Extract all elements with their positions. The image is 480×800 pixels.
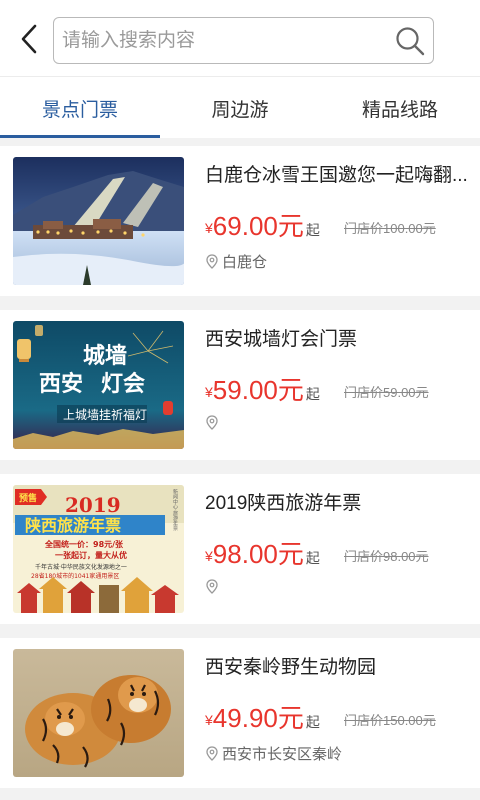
location-text: 白鹿仓 (222, 254, 268, 271)
poster-banner-text: 上城墙挂祈福灯 (63, 407, 147, 422)
product-price: ¥49.90元起 (205, 698, 320, 735)
location-pin-icon (206, 745, 218, 761)
location-pin-icon (206, 415, 218, 430)
active-tab-indicator (0, 135, 160, 138)
category-tabs: 景点门票 周边游 精品线路 (0, 76, 480, 138)
price-suffix: 起 (305, 222, 320, 238)
currency-symbol: ¥ (205, 220, 213, 236)
price-value: 69.00元 (212, 211, 304, 241)
product-title: 西安城墙灯会门票 (205, 329, 358, 350)
top-bar (0, 0, 480, 76)
product-title: 西安秦岭野生动物园 (205, 657, 377, 678)
poster-year-text: 2019 (65, 493, 121, 517)
product-price: ¥98.00元起 (205, 534, 320, 571)
product-price: ¥69.00元起 (205, 206, 320, 243)
list-item[interactable]: 白鹿仓冰雪王国邀您一起嗨翻... ¥69.00元起 门店价100.00元 白鹿仓 (0, 146, 480, 296)
location-pin-icon (206, 579, 218, 594)
poster-line-1: 全国统一价：98元/张 (44, 539, 124, 549)
poster-name-text: 陕西旅游年票 (25, 516, 121, 535)
search-input[interactable] (62, 24, 382, 57)
price-value: 98.00元 (212, 539, 304, 569)
list-item[interactable]: 城墙 西安 灯会 上城墙挂祈福灯 西安城墙灯会门票 ¥59.00元起 门店价59… (0, 310, 480, 460)
poster-text-chengqiang: 城墙 (83, 343, 127, 369)
product-image: 城墙 西安 灯会 上城墙挂祈福灯 (13, 321, 184, 449)
currency-symbol: ¥ (205, 712, 213, 728)
poster-line-3: 千年古城·中华民族文化发源地之一 (35, 563, 127, 571)
original-price: 门店价100.00元 (344, 221, 436, 236)
currency-symbol: ¥ (205, 384, 213, 400)
chevron-left-icon (21, 24, 37, 54)
price-suffix: 起 (305, 386, 320, 402)
product-price: ¥59.00元起 (205, 370, 320, 407)
original-price: 门店价59.00元 (344, 385, 429, 400)
location: 西安市长安区秦岭 (205, 743, 342, 764)
list-item[interactable]: 西安秦岭野生动物园 ¥49.90元起 门店价150.00元 西安市长安区秦岭 (0, 638, 480, 788)
list-item[interactable]: 预售 2019 陕西旅游年票 全国统一价：98元/张 一张起订，量大从优 千年古… (0, 474, 480, 624)
poster-text-denghui: 灯会 (101, 371, 145, 397)
product-image (13, 157, 184, 285)
location-text: 西安市长安区秦岭 (222, 746, 343, 763)
tab-scenic-tickets[interactable]: 景点门票 (0, 77, 160, 139)
product-title: 白鹿仓冰雪王国邀您一起嗨翻... (205, 165, 468, 186)
back-button[interactable] (12, 22, 46, 56)
location-pin-icon (206, 253, 218, 269)
poster-text-xian: 西安 (39, 371, 83, 397)
tab-label: 景点门票 (41, 99, 118, 121)
price-value: 59.00元 (212, 375, 304, 405)
poster-tag-text: 预售 (19, 492, 37, 504)
location (205, 415, 222, 431)
original-price: 门店价98.00元 (344, 549, 429, 564)
product-image (13, 649, 184, 777)
search-icon[interactable] (395, 26, 425, 56)
price-suffix: 起 (305, 714, 320, 730)
price-value: 49.90元 (212, 703, 304, 733)
search-box (53, 17, 434, 64)
poster-line-4: 28省180城市的1041家通用景区 (31, 572, 119, 580)
product-title: 2019陕西旅游年票 (205, 493, 362, 514)
currency-symbol: ¥ (205, 548, 213, 564)
tab-premium-routes[interactable]: 精品线路 (320, 77, 480, 139)
tab-label: 精品线路 (361, 99, 438, 121)
location: 白鹿仓 (205, 251, 267, 272)
price-suffix: 起 (305, 550, 320, 566)
tab-label: 周边游 (211, 99, 269, 121)
product-image: 预售 2019 陕西旅游年票 全国统一价：98元/张 一张起订，量大从优 千年古… (13, 485, 184, 613)
tab-nearby-tours[interactable]: 周边游 (160, 77, 320, 139)
poster-line-2: 一张起订，量大从优 (55, 550, 127, 560)
location (205, 579, 222, 595)
poster-side-text: 新闻中心·旅游年票 (172, 488, 178, 531)
original-price: 门店价150.00元 (344, 713, 436, 728)
